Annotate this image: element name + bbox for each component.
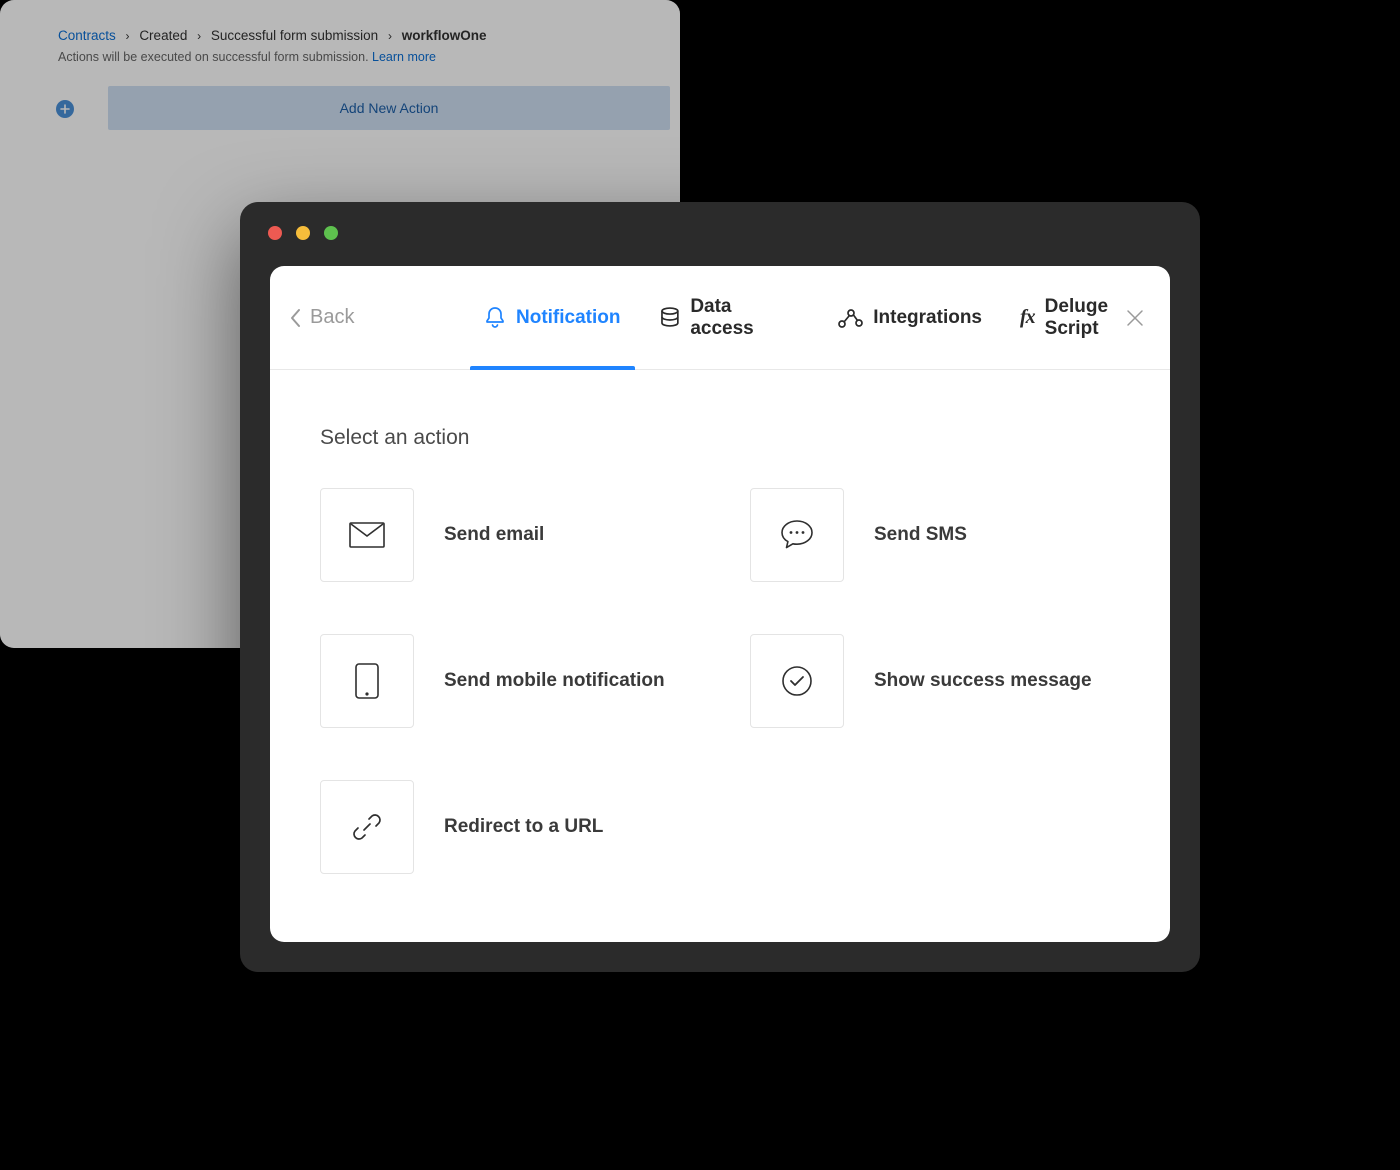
close-button[interactable]: [1126, 266, 1144, 369]
section-title: Select an action: [320, 426, 469, 450]
breadcrumb-root-link[interactable]: Contracts: [58, 28, 116, 43]
tab-label: Notification: [516, 307, 621, 329]
chevron-right-icon: ›: [191, 29, 207, 43]
action-send-mobile-notification[interactable]: Send mobile notification: [320, 634, 690, 728]
tab-label: Deluge Script: [1045, 296, 1166, 340]
email-icon: [320, 488, 414, 582]
action-show-success-message[interactable]: Show success message: [750, 634, 1120, 728]
chevron-right-icon: ›: [120, 29, 136, 43]
breadcrumb: Contracts › Created › Successful form su…: [58, 28, 486, 43]
tab-label: Data access: [690, 296, 799, 340]
chevron-right-icon: ›: [382, 29, 398, 43]
action-send-email[interactable]: Send email: [320, 488, 690, 582]
modal-header: Back Notification: [270, 266, 1170, 370]
integrations-icon: [837, 306, 863, 330]
action-label: Send email: [444, 524, 544, 546]
action-label: Show success message: [874, 670, 1092, 692]
close-window-icon[interactable]: [268, 226, 282, 240]
action-picker-window: Back Notification: [240, 202, 1200, 972]
tab-deluge-script[interactable]: fx Deluge Script: [1016, 266, 1170, 369]
breadcrumb-item[interactable]: Created: [139, 28, 187, 43]
tab-data-access[interactable]: Data access: [655, 266, 804, 369]
action-send-sms[interactable]: Send SMS: [750, 488, 1120, 582]
window-controls: [268, 226, 338, 240]
add-new-action-button[interactable]: Add New Action: [108, 86, 670, 130]
database-icon: [659, 306, 681, 330]
back-label: Back: [310, 306, 354, 329]
tab-label: Integrations: [873, 307, 982, 329]
bell-icon: [484, 306, 506, 330]
breadcrumb-item-current: workflowOne: [402, 28, 487, 43]
modal-tabs: Notification Data access: [480, 266, 1170, 369]
page-subtext: Actions will be executed on successful f…: [58, 50, 436, 64]
subtext-label: Actions will be executed on successful f…: [58, 50, 372, 64]
modal-body: Back Notification: [270, 266, 1170, 942]
action-grid: Send email Send SMS Send mobi: [320, 488, 1120, 874]
check-circle-icon: [750, 634, 844, 728]
link-icon: [320, 780, 414, 874]
maximize-window-icon[interactable]: [324, 226, 338, 240]
minimize-window-icon[interactable]: [296, 226, 310, 240]
action-label: Redirect to a URL: [444, 816, 603, 838]
tab-integrations[interactable]: Integrations: [833, 266, 986, 369]
close-icon: [1126, 309, 1144, 327]
plus-icon: [56, 100, 74, 118]
sms-icon: [750, 488, 844, 582]
action-label: Send SMS: [874, 524, 967, 546]
fx-icon: fx: [1020, 306, 1035, 329]
mobile-icon: [320, 634, 414, 728]
chevron-left-icon: [290, 308, 302, 328]
action-redirect-url[interactable]: Redirect to a URL: [320, 780, 690, 874]
tab-notification[interactable]: Notification: [480, 266, 625, 369]
action-label: Send mobile notification: [444, 670, 665, 692]
learn-more-link[interactable]: Learn more: [372, 50, 436, 64]
back-button[interactable]: Back: [290, 266, 354, 369]
breadcrumb-item[interactable]: Successful form submission: [211, 28, 378, 43]
